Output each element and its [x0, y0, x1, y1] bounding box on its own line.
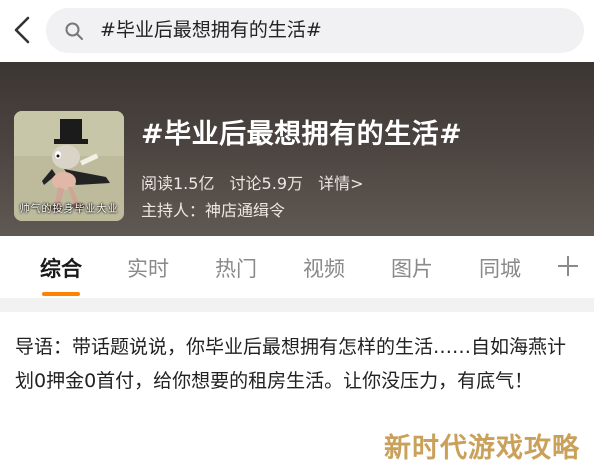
discussion-count: 讨论5.9万	[229, 174, 303, 193]
read-count: 阅读1.5亿	[141, 174, 215, 193]
tab-pictures[interactable]: 图片	[391, 236, 433, 298]
host-label: 主持人：	[141, 201, 206, 220]
topic-intro-text: 导语：带话题说说，你毕业后最想拥有怎样的生活……自如海燕计划0押金0首付，给你想…	[15, 336, 567, 392]
topic-stats: 阅读1.5亿 讨论5.9万 详情>	[141, 170, 374, 194]
back-arrow-icon[interactable]	[8, 12, 38, 48]
tab-video[interactable]: 视频	[303, 236, 345, 298]
cover-caption: 帅气的投身毕业大业	[19, 204, 119, 215]
host-name-link[interactable]: 神店通缉令	[205, 201, 285, 220]
watermark: 新时代游戏攻略	[384, 433, 580, 464]
active-tab-indicator	[42, 292, 80, 296]
tab-realtime[interactable]: 实时	[127, 236, 169, 298]
section-divider	[0, 298, 594, 312]
tab-hot[interactable]: 热门	[215, 236, 257, 298]
tab-comprehensive[interactable]: 综合	[40, 236, 82, 298]
topic-header: 帅气的投身毕业大业 #毕业后最想拥有的生活# 阅读1.5亿 讨论5.9万 详情>…	[0, 62, 594, 236]
topic-host: 主持人：神店通缉令	[141, 197, 285, 221]
details-link[interactable]: 详情>	[318, 174, 363, 193]
search-query[interactable]: #毕业后最想拥有的生活#	[100, 8, 322, 53]
plus-icon[interactable]	[556, 254, 580, 278]
top-bar: #毕业后最想拥有的生活#	[0, 0, 594, 62]
topic-title: #毕业后最想拥有的生活#	[141, 119, 463, 150]
tab-bar: 综合 实时 热门 视频 图片 同城	[0, 236, 594, 298]
search-input[interactable]: #毕业后最想拥有的生活#	[46, 8, 584, 53]
tab-local[interactable]: 同城	[479, 236, 521, 298]
topic-cover-image[interactable]: 帅气的投身毕业大业	[14, 111, 124, 221]
search-icon	[64, 21, 84, 41]
